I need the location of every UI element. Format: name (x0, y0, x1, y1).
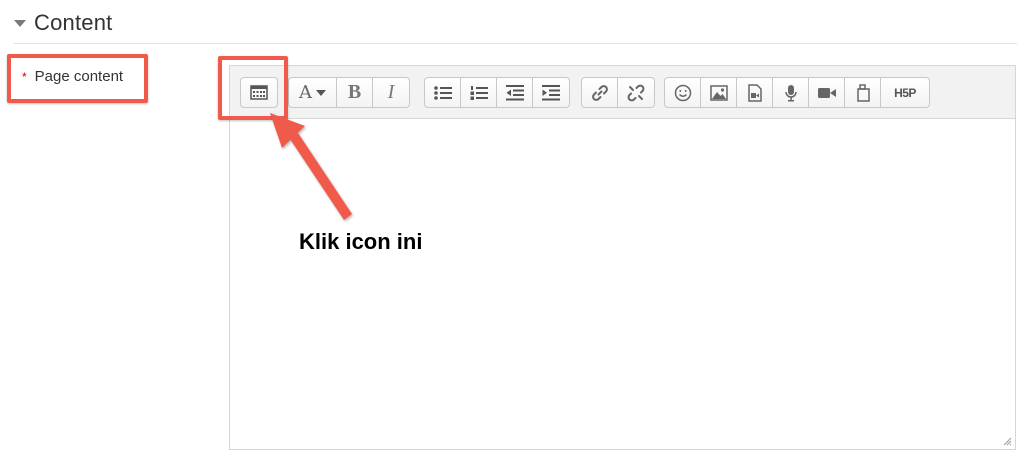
unordered-list-button[interactable] (425, 78, 461, 107)
toolbar-group-lists (424, 77, 570, 108)
editor-content-area[interactable] (230, 119, 1015, 449)
manage-files-icon (856, 83, 870, 102)
toolbar-group-collapse (240, 77, 278, 108)
emoticon-icon (674, 84, 691, 101)
editor-toolbar: A B I H5P (230, 66, 1015, 119)
dropdown-caret-icon (316, 89, 326, 96)
indent-icon (542, 84, 560, 100)
annotation-label: Klik icon ini (299, 229, 423, 254)
link-icon (591, 84, 608, 101)
media-button[interactable] (737, 78, 773, 107)
toolbar-group-media: H5P (664, 77, 930, 108)
outdent-icon (505, 84, 524, 100)
collapse-caret-icon[interactable] (14, 19, 26, 27)
h5p-icon: H5P (894, 85, 916, 100)
image-button[interactable] (701, 78, 737, 107)
toolbar-group-style: A B I (288, 77, 410, 108)
resize-handle-icon[interactable] (1003, 437, 1012, 446)
section-divider (14, 43, 1017, 44)
atto-editor: A B I H5P (229, 65, 1016, 450)
record-video-button[interactable] (809, 78, 845, 107)
italic-icon: I (387, 81, 395, 103)
image-icon (709, 84, 728, 101)
emoticon-button[interactable] (665, 78, 701, 107)
unlink-button[interactable] (618, 78, 654, 107)
outdent-button[interactable] (497, 78, 533, 107)
unlink-icon (627, 84, 645, 101)
content-section-toggle[interactable]: Content (14, 8, 112, 38)
record-video-icon (817, 87, 836, 98)
bold-icon: B (347, 81, 362, 103)
italic-button[interactable]: I (373, 78, 409, 107)
record-audio-button[interactable] (773, 78, 809, 107)
unordered-list-icon (433, 85, 452, 100)
ordered-list-icon (470, 85, 488, 100)
ordered-list-button[interactable] (461, 78, 497, 107)
font-color-button[interactable]: A (289, 78, 337, 107)
field-label: Page content (34, 68, 124, 85)
required-icon: * (22, 69, 27, 84)
manage-files-button[interactable] (845, 78, 881, 107)
h5p-button[interactable]: H5P (881, 78, 929, 107)
field-label-row: * Page content (22, 68, 123, 85)
media-icon (747, 83, 762, 102)
show-more-buttons-button[interactable] (241, 78, 277, 107)
font-color-icon: A (299, 82, 312, 103)
link-button[interactable] (582, 78, 618, 107)
record-audio-icon (784, 84, 797, 101)
indent-button[interactable] (533, 78, 569, 107)
bold-button[interactable]: B (337, 78, 373, 107)
show-more-buttons-icon (250, 85, 268, 100)
toolbar-group-links (581, 77, 655, 108)
section-title: Content (34, 10, 113, 35)
